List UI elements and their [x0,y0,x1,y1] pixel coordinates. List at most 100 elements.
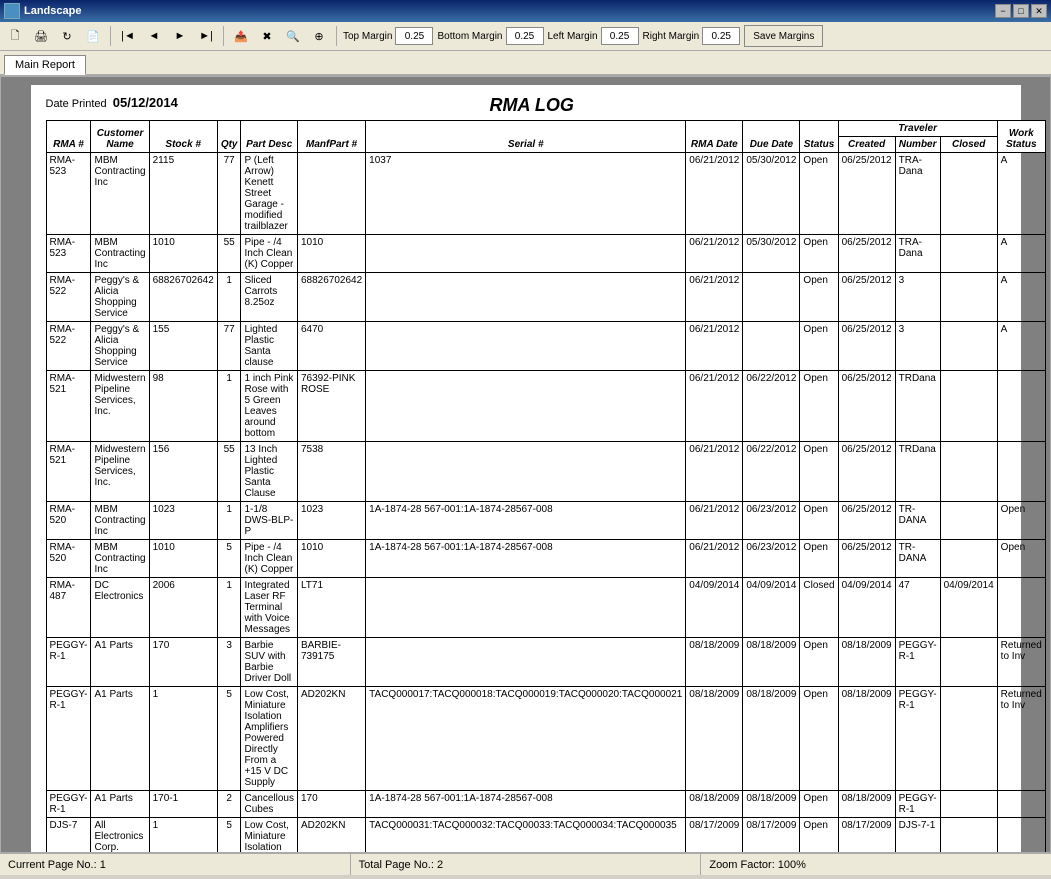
table-cell [366,638,686,687]
report-header: Date Printed 05/12/2014 RMA LOG [46,95,1006,116]
refresh-button[interactable]: ↻ [56,25,78,47]
zoom-button[interactable]: ⊕ [308,25,330,47]
search-button[interactable]: 🔍 [282,25,304,47]
col-header-customer: Customer Name [91,121,149,153]
table-cell [743,322,800,371]
table-cell: 04/09/2014 [686,578,743,638]
table-cell: RMA-487 [46,578,91,638]
table-cell [366,371,686,442]
table-cell: Open [800,638,838,687]
left-margin-input[interactable] [601,27,639,45]
table-cell: Open [800,540,838,578]
table-cell: 04/09/2014 [838,578,895,638]
bottom-margin-input[interactable] [506,27,544,45]
title-bar: Landscape − □ ✕ [0,0,1051,22]
table-cell: 1010 [297,540,365,578]
table-cell: 06/25/2012 [838,540,895,578]
table-cell: 156 [149,442,217,502]
table-cell: AD202KN [297,687,365,791]
table-cell [997,578,1045,638]
new-button[interactable]: 🗋 [4,25,26,47]
col-header-rmadate: RMA Date [686,121,743,153]
minimize-button[interactable]: − [995,4,1011,18]
table-cell: DJS-7-1 [895,818,940,853]
table-cell: 08/17/2009 [743,818,800,853]
table-cell: 06/23/2012 [743,502,800,540]
table-cell: 06/21/2012 [686,153,743,235]
table-cell [743,273,800,322]
table-cell: 55 [217,442,241,502]
col-header-created: Created [838,137,895,153]
table-cell [366,273,686,322]
col-header-workstatus: Work Status [997,121,1045,153]
table-cell: PEGGY-R-1 [46,638,91,687]
table-cell: Open [800,442,838,502]
table-cell: 06/22/2012 [743,442,800,502]
next-page-button[interactable]: ► [169,25,191,47]
table-cell: Returned to Inv [997,687,1045,791]
table-row: RMA-522Peggy's & Alicia Shopping Service… [46,322,1045,371]
table-cell: 5 [217,687,241,791]
table-cell: TRA-Dana [895,153,940,235]
table-cell: A [997,235,1045,273]
table-cell: MBM Contracting Inc [91,502,149,540]
table-cell: 1 inch Pink Rose with 5 Green Leaves aro… [241,371,297,442]
table-cell: 06/25/2012 [838,371,895,442]
restore-button[interactable]: □ [1013,4,1029,18]
table-cell: PEGGY-R-1 [895,638,940,687]
table-cell: 08/17/2009 [838,818,895,853]
close-button[interactable]: ✕ [1031,4,1047,18]
table-cell: 08/18/2009 [838,638,895,687]
col-header-rma: RMA # [46,121,91,153]
last-page-button[interactable]: ►| [195,25,217,47]
table-cell: Low Cost, Miniature Isolation Amplifiers… [241,818,297,853]
print-button[interactable]: 🖨 [30,25,52,47]
table-cell: 1023 [149,502,217,540]
table-cell: 1010 [149,540,217,578]
top-margin-input[interactable] [395,27,433,45]
col-header-closed: Closed [940,137,997,153]
table-cell: 06/21/2012 [686,442,743,502]
table-cell: 13 Inch Lighted Plastic Santa Clause [241,442,297,502]
table-cell: 1010 [149,235,217,273]
report-page: Date Printed 05/12/2014 RMA LOG [31,85,1021,852]
table-cell: PEGGY-R-1 [895,791,940,818]
table-cell: TACQ000031:TACQ000032:TACQ00033:TACQ0000… [366,818,686,853]
cancel-button[interactable]: ✖ [256,25,278,47]
top-margin-label: Top Margin [343,31,392,42]
scroll-area[interactable]: Date Printed 05/12/2014 RMA LOG [1,77,1050,852]
tab-bar: Main Report [0,51,1051,76]
table-cell: 1 [217,578,241,638]
export-button[interactable]: 📤 [230,25,252,47]
first-page-button[interactable]: |◄ [117,25,139,47]
table-cell: 170 [149,638,217,687]
right-margin-input[interactable] [702,27,740,45]
table-cell: Open [800,818,838,853]
table-row: RMA-523MBM Contracting Inc211577P (Left … [46,153,1045,235]
table-cell: 06/21/2012 [686,502,743,540]
table-cell [366,322,686,371]
copy-button[interactable]: 📄 [82,25,104,47]
table-cell: 05/30/2012 [743,153,800,235]
table-cell [940,153,997,235]
table-cell [940,235,997,273]
table-cell: A [997,322,1045,371]
tab-main-report[interactable]: Main Report [4,55,86,75]
table-cell: 155 [149,322,217,371]
table-row: RMA-521Midwestern Pipeline Services, Inc… [46,442,1045,502]
bottom-margin-group: Bottom Margin [437,27,543,45]
save-margins-button[interactable]: Save Margins [744,25,823,47]
date-printed-label: Date Printed [46,98,107,110]
table-cell: 08/18/2009 [838,791,895,818]
table-cell: BARBIE-739175 [297,638,365,687]
col-header-status: Status [800,121,838,153]
date-printed-value: 05/12/2014 [113,95,178,110]
table-row: RMA-522Peggy's & Alicia Shopping Service… [46,273,1045,322]
current-page-section: Current Page No.: 1 [0,854,351,875]
table-cell: Open [800,322,838,371]
top-margin-group: Top Margin [343,27,433,45]
table-cell: Closed [800,578,838,638]
prev-page-button[interactable]: ◄ [143,25,165,47]
table-cell: A [997,273,1045,322]
table-cell: Open [800,371,838,442]
